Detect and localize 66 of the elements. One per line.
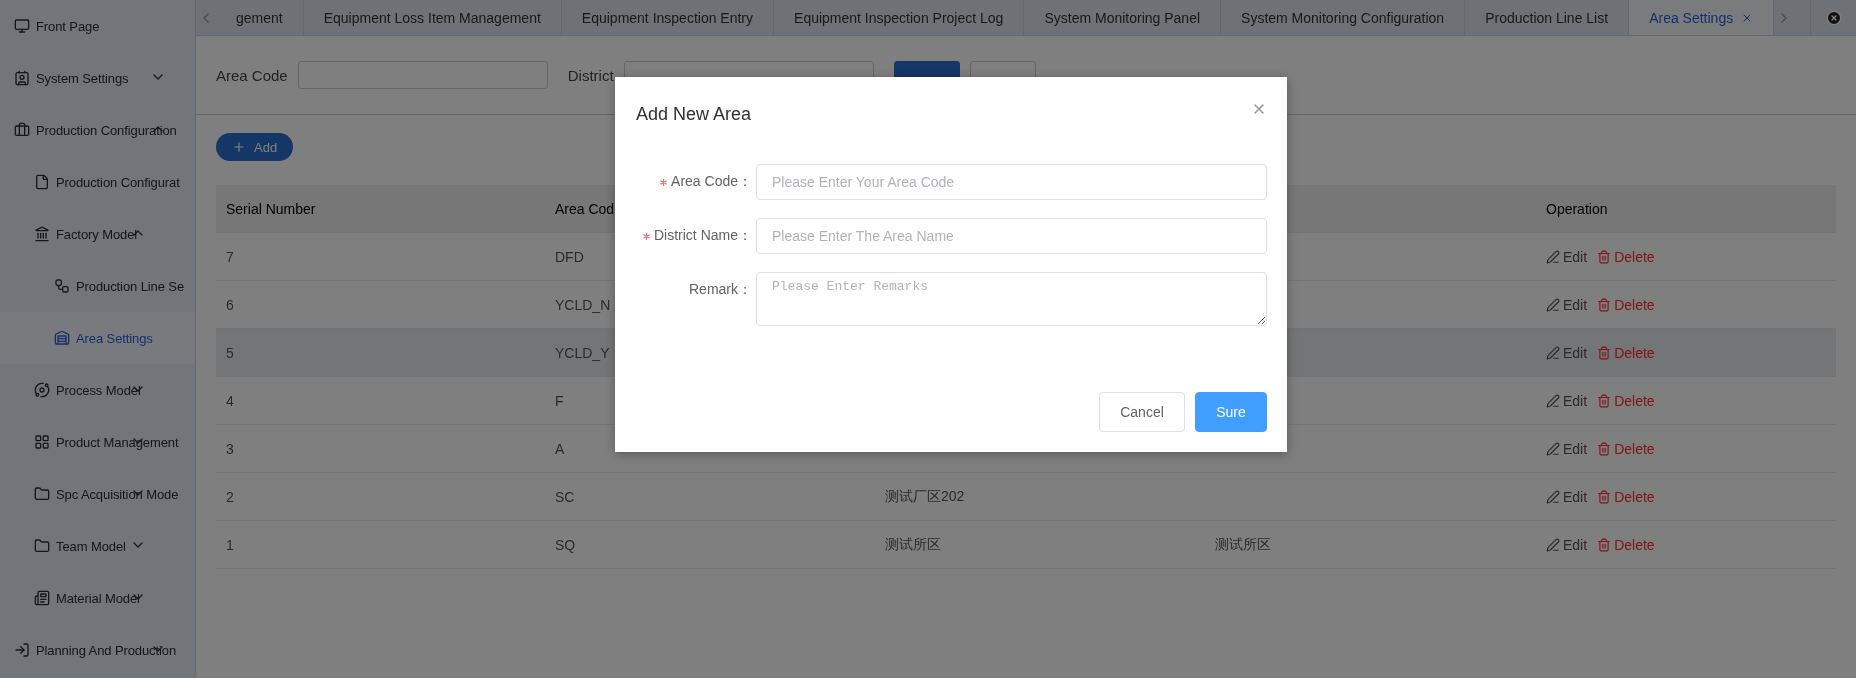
edit-link[interactable]: Edit: [1546, 536, 1588, 553]
sidebar-item[interactable]: Production Line Se: [0, 260, 195, 312]
remark-field[interactable]: Please Enter Remarks: [756, 272, 1267, 326]
table-cell-text: 1: [225, 536, 235, 553]
delete-link[interactable]: Delete: [1597, 536, 1655, 553]
sidebar-item[interactable]: Spc Acquisition Mode: [0, 468, 195, 520]
table-cell-text: F: [554, 392, 565, 409]
edit-link[interactable]: Edit: [1546, 440, 1588, 457]
tab[interactable]: System Monitoring Panel: [1024, 0, 1222, 35]
sidebar-item[interactable]: Area Settings: [0, 312, 195, 364]
edit-link[interactable]: Edit: [1546, 488, 1588, 505]
sidebar-item[interactable]: System Settings: [0, 52, 195, 104]
sidebar-item[interactable]: Material Model: [0, 572, 195, 624]
delete-link[interactable]: Delete: [1597, 440, 1655, 457]
sidebar-item[interactable]: Product Management: [0, 416, 195, 468]
sidebar-item[interactable]: Planning And Production: [0, 624, 195, 676]
tab[interactable]: gement: [216, 0, 304, 35]
edit-link[interactable]: Edit: [1546, 248, 1588, 265]
table-cell-text: A: [554, 440, 566, 457]
tab[interactable]: Area Settings: [1629, 0, 1775, 35]
column-header: Area Cod: [554, 200, 616, 217]
table-cell-text: 测试所区: [1214, 535, 1272, 554]
delete-link[interactable]: Delete: [1597, 488, 1655, 505]
sure-button[interactable]: Sure: [1195, 392, 1267, 432]
field-label: Remark：: [688, 280, 753, 299]
edit-link[interactable]: Edit: [1546, 344, 1588, 361]
sidebar-item[interactable]: Factory Model: [0, 208, 195, 260]
filter-label: Area Code: [216, 66, 288, 84]
tab[interactable]: Equipment Loss Item Management: [303, 0, 562, 35]
table-cell-text: SQ: [554, 536, 577, 553]
table-cell-text: 测试厂区202: [884, 487, 966, 506]
filter-label: District: [567, 66, 614, 84]
sidebar-item[interactable]: Front Page: [0, 0, 195, 52]
table-cell-text: 2: [225, 488, 235, 505]
table-cell-text: DFD: [554, 248, 585, 265]
table-cell-text: SC: [554, 488, 576, 505]
table-cell-text: 测试所区: [884, 535, 942, 554]
table-cell-text: YCLD_N: [554, 296, 612, 313]
table-cell-text: 5: [225, 344, 235, 361]
sidebar-item[interactable]: Team Model: [0, 520, 195, 572]
edit-link[interactable]: Edit: [1546, 392, 1588, 409]
delete-link[interactable]: Delete: [1597, 344, 1655, 361]
input-field[interactable]: Please Enter Your Area Code: [756, 164, 1267, 200]
sidebar-item[interactable]: Production Configuration: [0, 104, 195, 156]
edit-link[interactable]: Edit: [1546, 296, 1588, 313]
tab[interactable]: Equipment Inspection Entry: [561, 0, 775, 35]
delete-link[interactable]: Delete: [1597, 392, 1655, 409]
column-header: Serial Number: [225, 200, 317, 217]
table-cell-text: 7: [225, 248, 235, 265]
sidebar-item[interactable]: Process Model: [0, 364, 195, 416]
sidebar-item[interactable]: Production Configurat: [0, 156, 195, 208]
cancel-button[interactable]: Cancel: [1099, 392, 1185, 432]
table-cell-text: 3: [225, 440, 235, 457]
tab[interactable]: System Monitoring Configuration: [1221, 0, 1466, 35]
field-label: Area Code：: [636, 173, 756, 191]
column-header: Operation: [1545, 200, 1609, 217]
table-cell-text: 4: [225, 392, 235, 409]
add-button[interactable]: Add: [216, 133, 294, 161]
delete-link[interactable]: Delete: [1597, 248, 1655, 265]
dialog-title: Add New Area: [636, 104, 752, 125]
table-cell-text: YCLD_Y: [554, 344, 611, 361]
tab[interactable]: Equipment Inspection Project Log: [774, 0, 1025, 35]
field-label: District Name：: [636, 227, 756, 245]
input-field[interactable]: Please Enter The Area Name: [756, 218, 1267, 254]
table-cell-text: 6: [225, 296, 235, 313]
delete-link[interactable]: Delete: [1597, 296, 1655, 313]
